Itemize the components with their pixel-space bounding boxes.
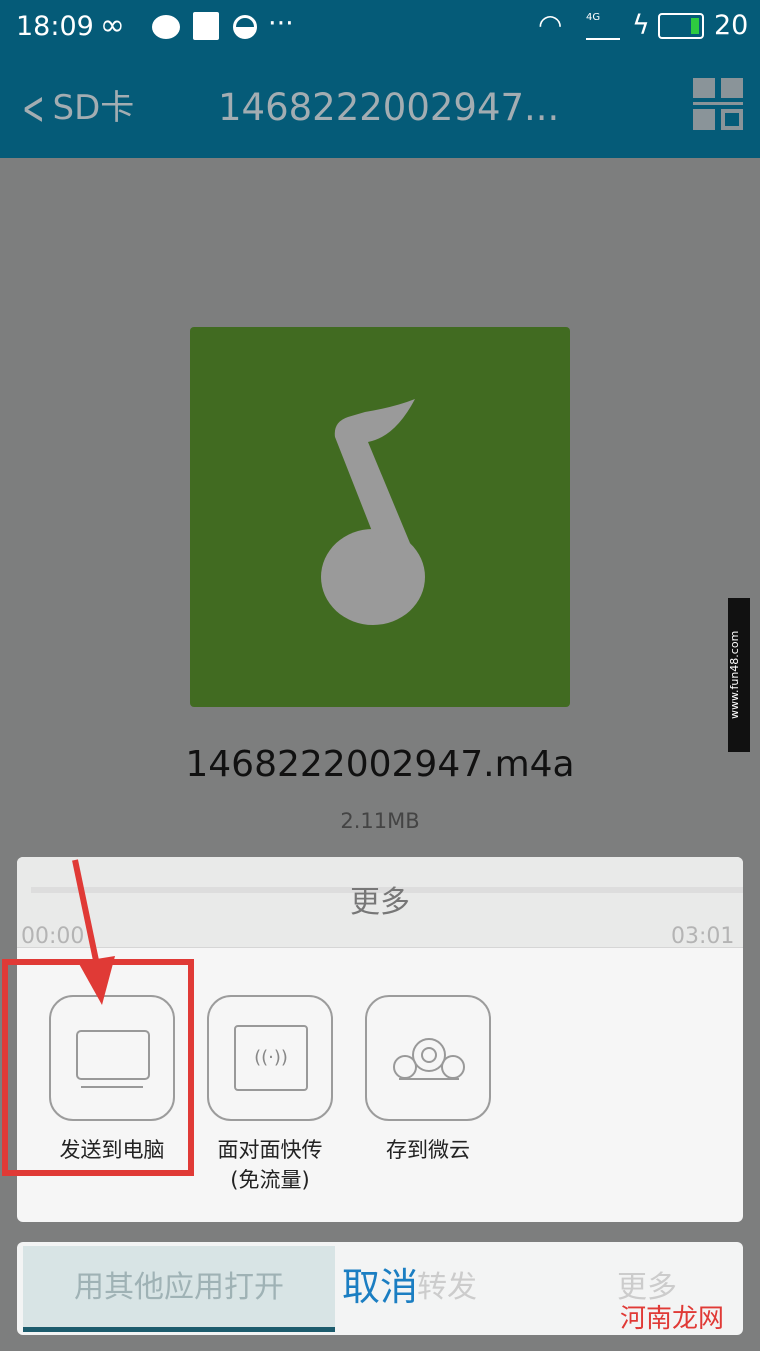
annotation-arrow [72,859,115,1005]
battery-icon [658,13,704,39]
qr-code-icon[interactable] [693,78,743,130]
cloud-icon [393,1038,465,1080]
page-title: 1468222002947... [218,86,560,129]
file-name: 1468222002947.m4a [185,744,575,785]
more-notifications-icon: ··· [268,8,294,39]
wifi-icon: ◠ [538,8,563,41]
watermark-logo: 河南龙网 [620,1304,725,1334]
clock: 18:09 [16,11,94,42]
music-note-icon [321,399,425,625]
charging-icon: ϟ [632,10,650,41]
battery-level: 20 [714,10,749,41]
infinity-icon: ∞ [100,8,125,43]
signal-icon [586,26,620,40]
back-button[interactable]: < SD卡 [14,80,154,136]
file-size: 2.11MB [340,809,420,833]
uc-browser-icon [193,12,219,40]
watermark: www.fun48.com [728,598,750,752]
total-time: 03:01 [671,924,735,949]
app-icon [233,15,257,39]
network-type: 4G [586,12,601,23]
folder-wireless-icon: ((·)) [234,1025,308,1091]
album-art [190,327,570,707]
option-label: 存到微云 [386,1138,470,1162]
save-to-weiyun-button[interactable] [365,995,491,1121]
chat-icon [152,15,180,39]
top-app-bar: < SD卡 1468222002947... [0,58,760,158]
option-label: 面对面快传 [217,1138,323,1162]
forward-button: 转发 [417,1270,477,1305]
cancel-button[interactable]: 取消 [340,1262,420,1312]
status-bar: 18:09 ∞ ··· ◠ 4G ϟ 20 [0,0,760,58]
back-label: SD卡 [52,88,135,128]
open-with-button: 用其他应用打开 [74,1270,284,1305]
chevron-left-icon: < [21,81,45,135]
option-sublabel: (免流量) [230,1168,310,1192]
face-to-face-transfer-button[interactable]: ((·)) [207,995,333,1121]
